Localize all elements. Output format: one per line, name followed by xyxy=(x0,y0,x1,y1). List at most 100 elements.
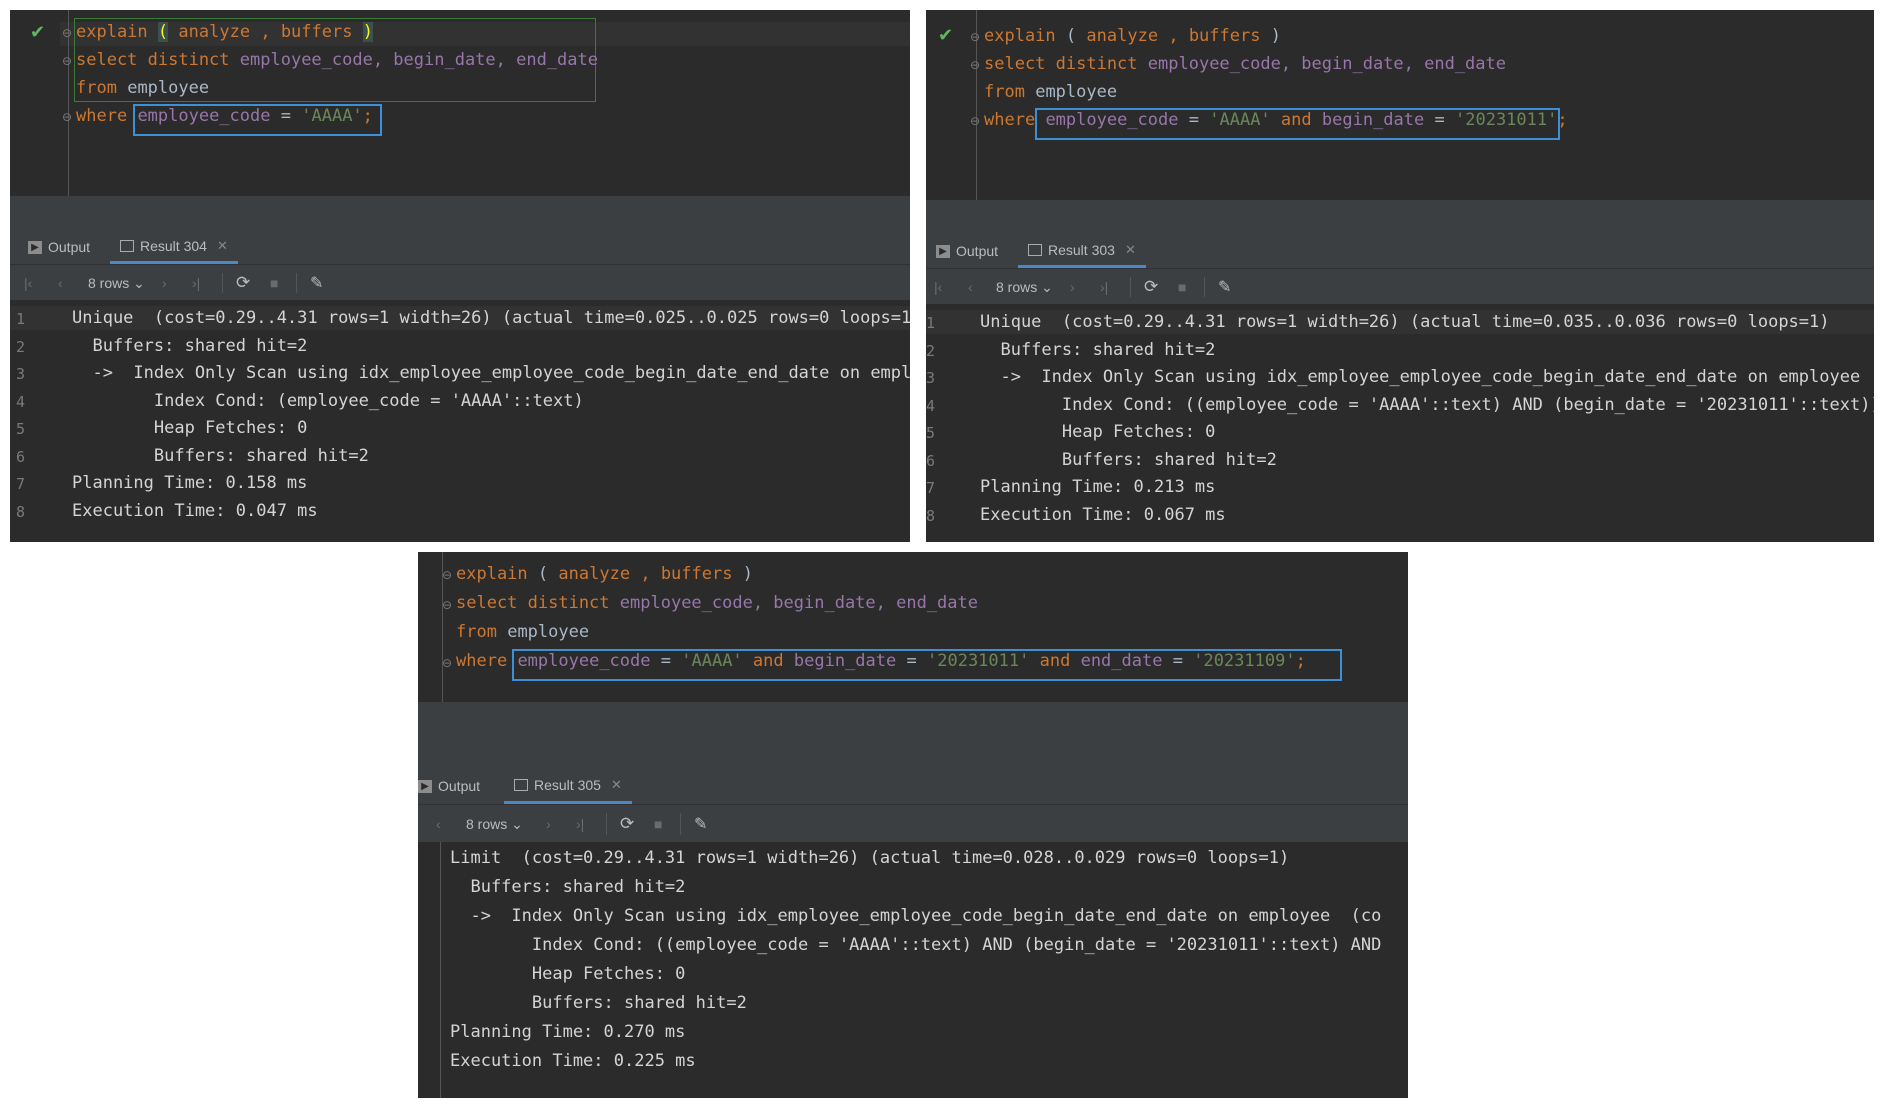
panel-splitter[interactable] xyxy=(926,200,1874,234)
query-panel-2: ✔ ⊖ ⊖ ⊖ explain ( analyze , buffers ) se… xyxy=(926,10,1874,542)
result-row[interactable]: Index Cond: ((employee_code = 'AAAA'::te… xyxy=(450,935,1382,955)
result-tabs: ▶ Output Result 304 ✕ xyxy=(10,230,910,264)
row-number: 1 xyxy=(926,314,936,332)
previous-page-icon[interactable]: ‹ xyxy=(58,265,63,301)
tab-result[interactable]: Result 303 ✕ xyxy=(1018,234,1146,268)
refresh-icon[interactable]: ⟳ xyxy=(1144,269,1158,305)
result-row[interactable]: Heap Fetches: 0 xyxy=(450,964,686,984)
result-row[interactable]: Buffers: shared hit=2 xyxy=(980,450,1277,470)
tab-result[interactable]: Result 304 ✕ xyxy=(110,230,238,264)
fold-icon[interactable]: ⊖ xyxy=(442,656,452,670)
result-grid[interactable]: 1 Unique (cost=0.29..4.31 rows=1 width=26… xyxy=(10,300,910,542)
row-count-label: 8 rows xyxy=(466,816,508,832)
result-row[interactable]: Unique (cost=0.29..4.31 rows=1 width=26)… xyxy=(980,312,1830,332)
result-row[interactable]: Heap Fetches: 0 xyxy=(72,418,308,438)
first-page-icon[interactable]: |‹ xyxy=(934,269,942,305)
result-row[interactable]: Unique (cost=0.29..4.31 rows=1 width=26)… xyxy=(72,308,910,328)
previous-page-icon[interactable]: ‹ xyxy=(436,805,441,843)
result-row[interactable]: -> Index Only Scan using idx_employee_em… xyxy=(72,363,910,383)
stop-icon[interactable]: ■ xyxy=(1178,269,1186,305)
result-row[interactable]: Buffers: shared hit=2 xyxy=(450,993,747,1013)
last-page-icon[interactable]: ›| xyxy=(192,265,200,301)
result-row[interactable]: Planning Time: 0.158 ms xyxy=(72,473,307,493)
result-tabs: ▶ Output Result 305 ✕ xyxy=(418,768,1408,804)
result-row[interactable]: -> Index Only Scan using idx_employee_em… xyxy=(450,906,1381,926)
result-row[interactable]: Heap Fetches: 0 xyxy=(980,422,1216,442)
result-row[interactable]: Index Cond: ((employee_code = 'AAAA'::te… xyxy=(980,395,1874,415)
sql-editor[interactable]: ✔ ⊖ ⊖ ⊖ explain ( analyze , buffers ) se… xyxy=(926,10,1874,200)
fold-icon[interactable]: ⊖ xyxy=(442,568,452,582)
row-count-dropdown[interactable]: 8 rows ⌄ xyxy=(88,265,145,301)
row-number: 2 xyxy=(926,341,936,360)
result-grid[interactable]: Limit (cost=0.29..4.31 rows=1 width=26) … xyxy=(418,842,1408,1098)
code-line-2: select distinct employee_code, begin_dat… xyxy=(984,54,1506,74)
result-toolbar: ‹ 8 rows ⌄ › ›| ⟳ ■ ✎ xyxy=(418,804,1408,843)
code-line-1: explain ( analyze , buffers ) xyxy=(76,22,373,42)
result-row[interactable]: Buffers: shared hit=2 xyxy=(72,336,307,356)
fold-icon[interactable]: ⊖ xyxy=(970,30,980,44)
pin-icon[interactable]: ✎ xyxy=(1218,269,1231,305)
pin-icon[interactable]: ✎ xyxy=(310,265,323,301)
pin-icon[interactable]: ✎ xyxy=(694,805,707,843)
stop-icon[interactable]: ■ xyxy=(654,805,662,843)
fold-icon[interactable]: ⊖ xyxy=(62,26,72,40)
result-row[interactable]: Buffers: shared hit=2 xyxy=(450,877,685,897)
keyword: where xyxy=(456,651,508,671)
last-page-icon[interactable]: ›| xyxy=(1100,269,1108,305)
result-row[interactable]: Buffers: shared hit=2 xyxy=(980,340,1215,360)
last-page-icon[interactable]: ›| xyxy=(576,805,584,843)
next-page-icon[interactable]: › xyxy=(546,805,551,843)
refresh-icon[interactable]: ⟳ xyxy=(620,805,634,843)
panel-splitter[interactable] xyxy=(10,196,910,230)
table-icon xyxy=(120,239,134,252)
tab-output[interactable]: ▶ Output xyxy=(418,768,480,804)
result-row[interactable]: Execution Time: 0.067 ms xyxy=(980,505,1226,525)
result-row[interactable]: Index Cond: (employee_code = 'AAAA'::tex… xyxy=(72,391,584,411)
keyword: explain xyxy=(984,26,1056,46)
paren: ) xyxy=(1270,26,1281,46)
fold-icon[interactable]: ⊖ xyxy=(442,598,452,612)
result-row[interactable]: Limit (cost=0.29..4.31 rows=1 width=26) … xyxy=(450,848,1289,868)
fold-icon[interactable]: ⊖ xyxy=(62,54,72,68)
result-gutter-divider xyxy=(440,842,441,1098)
result-row[interactable]: Planning Time: 0.213 ms xyxy=(980,477,1215,497)
result-row[interactable]: -> Index Only Scan using idx_employee_em… xyxy=(980,367,1874,387)
close-icon[interactable]: ✕ xyxy=(1125,242,1136,258)
column-list: employee_code, begin_date, end_date xyxy=(239,50,599,70)
sql-editor[interactable]: ✔ ⊖ ⊖ ⊖ explain ( analyze , buffers ) se… xyxy=(10,10,910,196)
code-line-3: from employee xyxy=(456,622,589,642)
panel-splitter[interactable] xyxy=(418,702,1408,768)
row-number: 5 xyxy=(926,424,936,442)
close-icon[interactable]: ✕ xyxy=(611,777,622,793)
refresh-icon[interactable]: ⟳ xyxy=(236,265,250,301)
previous-page-icon[interactable]: ‹ xyxy=(968,269,973,305)
keyword: buffers xyxy=(1188,26,1261,46)
query-panel-3: ⊖ ⊖ ⊖ explain ( analyze , buffers ) sele… xyxy=(418,552,1408,1098)
tab-output[interactable]: ▶ Output xyxy=(936,234,998,268)
fold-icon[interactable]: ⊖ xyxy=(62,110,72,124)
keyword: analyze xyxy=(1086,26,1159,46)
row-count-dropdown[interactable]: 8 rows ⌄ xyxy=(996,269,1053,305)
result-row[interactable]: Execution Time: 0.047 ms xyxy=(72,501,318,521)
selection-box xyxy=(1035,108,1560,140)
tab-output[interactable]: ▶ Output xyxy=(28,230,90,264)
row-count-dropdown[interactable]: 8 rows ⌄ xyxy=(466,805,523,843)
tab-label: Output xyxy=(438,778,481,794)
next-page-icon[interactable]: › xyxy=(162,265,167,301)
row-number: 6 xyxy=(16,447,26,466)
output-icon: ▶ xyxy=(418,779,432,793)
sql-editor[interactable]: ⊖ ⊖ ⊖ explain ( analyze , buffers ) sele… xyxy=(418,552,1408,702)
first-page-icon[interactable]: |‹ xyxy=(24,265,32,301)
tab-result[interactable]: Result 305 ✕ xyxy=(504,768,632,804)
result-row[interactable]: Planning Time: 0.270 ms xyxy=(450,1022,685,1042)
tab-label: Result 304 xyxy=(140,237,207,254)
close-icon[interactable]: ✕ xyxy=(217,238,228,254)
result-grid[interactable]: 1 Unique (cost=0.29..4.31 rows=1 width=26… xyxy=(926,304,1874,542)
fold-icon[interactable]: ⊖ xyxy=(970,58,980,72)
stop-icon[interactable]: ■ xyxy=(270,265,278,301)
keyword: buffers xyxy=(660,564,733,584)
fold-icon[interactable]: ⊖ xyxy=(970,114,980,128)
next-page-icon[interactable]: › xyxy=(1070,269,1075,305)
result-row[interactable]: Buffers: shared hit=2 xyxy=(72,446,369,466)
result-row[interactable]: Execution Time: 0.225 ms xyxy=(450,1051,696,1071)
